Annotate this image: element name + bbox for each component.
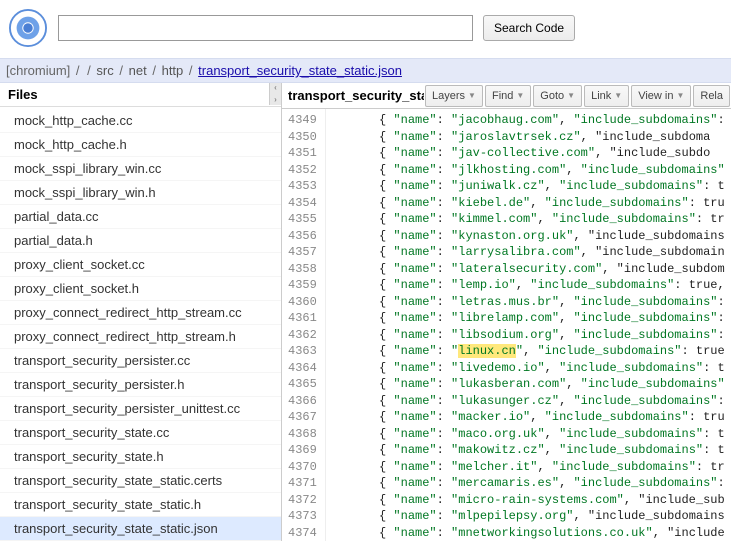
file-item[interactable]: proxy_client_socket.cc xyxy=(0,253,281,277)
code-line: { "name": "jav-collective.com", "include… xyxy=(336,145,731,162)
line-gutter: 4349435043514352435343544355435643574358… xyxy=(282,109,326,541)
file-item[interactable]: proxy_connect_redirect_http_stream.h xyxy=(0,325,281,349)
toolbar-layers-button[interactable]: Layers▼ xyxy=(425,85,483,107)
code-line: { "name": "macker.io", "include_subdomai… xyxy=(336,409,731,426)
code-line: { "name": "kynaston.org.uk", "include_su… xyxy=(336,228,731,245)
header: Search Code xyxy=(0,0,731,58)
file-item[interactable]: mock_http_cache.h xyxy=(0,133,281,157)
code-line: { "name": "micro-rain-systems.com", "inc… xyxy=(336,492,731,509)
breadcrumb-part[interactable]: http xyxy=(162,63,184,78)
file-item[interactable]: transport_security_persister.h xyxy=(0,373,281,397)
breadcrumb-part[interactable]: src xyxy=(96,63,113,78)
file-item[interactable]: transport_security_state_static.h xyxy=(0,493,281,517)
code-panel: transport_security_sta Layers▼Find▼Goto▼… xyxy=(282,83,731,541)
breadcrumb: [chromium] / / src / net / http / transp… xyxy=(0,58,731,83)
search-button[interactable]: Search Code xyxy=(483,15,575,41)
chevron-right-icon[interactable]: › xyxy=(270,95,281,105)
file-item[interactable]: transport_security_state.h xyxy=(0,445,281,469)
code-line: { "name": "lateralsecurity.com", "includ… xyxy=(336,261,731,278)
code-filename: transport_security_sta xyxy=(282,88,424,103)
toolbar-view-in-button[interactable]: View in▼ xyxy=(631,85,691,107)
code-line: { "name": "mlpepilepsy.org", "include_su… xyxy=(336,508,731,525)
code-line: { "name": "makowitz.cz", "include_subdom… xyxy=(336,442,731,459)
file-item[interactable]: mock_sspi_library_win.h xyxy=(0,181,281,205)
toolbar-find-button[interactable]: Find▼ xyxy=(485,85,531,107)
code-line: { "name": "libsodium.org", "include_subd… xyxy=(336,327,731,344)
code-line: { "name": "livedemo.io", "include_subdom… xyxy=(336,360,731,377)
code-line: { "name": "letras.mus.br", "include_subd… xyxy=(336,294,731,311)
breadcrumb-file-link[interactable]: transport_security_state_static.json xyxy=(198,63,402,78)
code-line: { "name": "mnetworkingsolutions.co.uk", … xyxy=(336,525,731,541)
code-line: { "name": "larrysalibra.com", "include_s… xyxy=(336,244,731,261)
code-line: { "name": "jacobhaug.com", "include_subd… xyxy=(336,112,731,129)
code-lines[interactable]: { "name": "jacobhaug.com", "include_subd… xyxy=(326,109,731,541)
breadcrumb-part[interactable]: net xyxy=(129,63,147,78)
code-line: { "name": "linux.cn", "include_subdomain… xyxy=(336,343,731,360)
code-line: { "name": "kimmel.com", "include_subdoma… xyxy=(336,211,731,228)
file-item[interactable]: transport_security_persister.cc xyxy=(0,349,281,373)
chevron-left-icon[interactable]: ‹ xyxy=(270,83,281,93)
toolbar-link-button[interactable]: Link▼ xyxy=(584,85,629,107)
code-line: { "name": "jlkhosting.com", "include_sub… xyxy=(336,162,731,179)
file-item[interactable]: proxy_connect_redirect_http_stream.cc xyxy=(0,301,281,325)
chromium-logo[interactable] xyxy=(8,8,48,48)
code-line: { "name": "kiebel.de", "include_subdomai… xyxy=(336,195,731,212)
sidebar-scroll-arrows[interactable]: ‹ › xyxy=(269,83,281,105)
file-item[interactable]: partial_data.cc xyxy=(0,205,281,229)
code-line: { "name": "jaroslavtrsek.cz", "include_s… xyxy=(336,129,731,146)
breadcrumb-repo: [chromium] xyxy=(6,63,70,78)
code-line: { "name": "librelamp.com", "include_subd… xyxy=(336,310,731,327)
file-item[interactable]: transport_security_persister_unittest.cc xyxy=(0,397,281,421)
file-item[interactable]: partial_data.h xyxy=(0,229,281,253)
toolbar-rela-button[interactable]: Rela xyxy=(693,85,730,107)
sidebar-title: Files ‹ › xyxy=(0,83,281,107)
code-line: { "name": "juniwalk.cz", "include_subdom… xyxy=(336,178,731,195)
file-item[interactable]: transport_security_state_static.certs xyxy=(0,469,281,493)
toolbar-goto-button[interactable]: Goto▼ xyxy=(533,85,582,107)
file-item[interactable]: transport_security_state_static.json xyxy=(0,517,281,541)
code-line: { "name": "lukasunger.cz", "include_subd… xyxy=(336,393,731,410)
code-line: { "name": "melcher.it", "include_subdoma… xyxy=(336,459,731,476)
code-line: { "name": "lemp.io", "include_subdomains… xyxy=(336,277,731,294)
file-item[interactable]: transport_security_state.cc xyxy=(0,421,281,445)
file-item[interactable]: mock_sspi_library_win.cc xyxy=(0,157,281,181)
code-line: { "name": "lukasberan.com", "include_sub… xyxy=(336,376,731,393)
file-item[interactable]: mock_http_cache.cc xyxy=(0,109,281,133)
code-line: { "name": "maco.org.uk", "include_subdom… xyxy=(336,426,731,443)
file-item[interactable]: proxy_client_socket.h xyxy=(0,277,281,301)
code-line: { "name": "mercamaris.es", "include_subd… xyxy=(336,475,731,492)
file-sidebar: Files ‹ › mock_http_cache.ccmock_http_ca… xyxy=(0,83,282,541)
search-input[interactable] xyxy=(58,15,473,41)
code-toolbar: transport_security_sta Layers▼Find▼Goto▼… xyxy=(282,83,731,109)
